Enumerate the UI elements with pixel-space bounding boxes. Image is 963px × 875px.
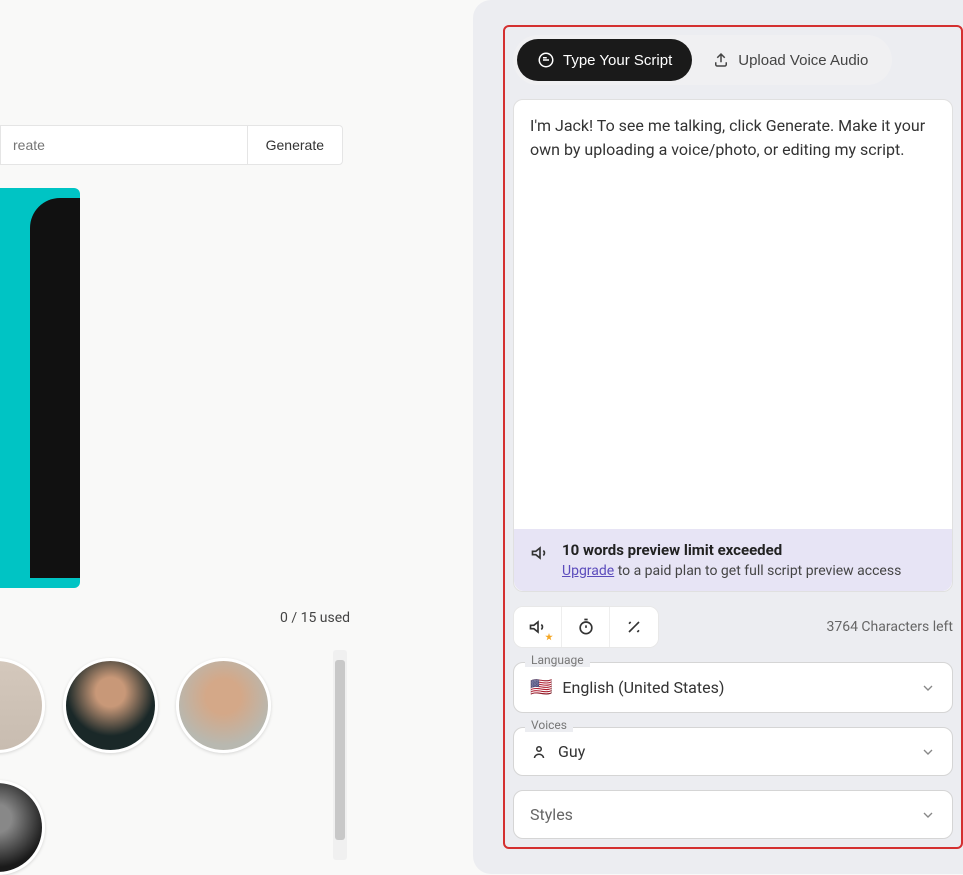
- usage-counter: 0 / 15 used: [280, 610, 350, 626]
- speaker-icon: [530, 543, 550, 563]
- upload-icon: [712, 51, 730, 69]
- upgrade-link[interactable]: Upgrade: [562, 563, 614, 579]
- avatar-thumbnail[interactable]: [0, 780, 45, 875]
- avatar-thumbnail[interactable]: [63, 658, 158, 753]
- language-value: English (United States): [562, 678, 724, 697]
- language-select[interactable]: 🇺🇸 English (United States): [513, 662, 953, 713]
- styles-placeholder: Styles: [530, 805, 573, 824]
- voices-select[interactable]: Guy: [513, 727, 953, 776]
- chevron-down-icon: [920, 744, 936, 760]
- tab-upload-audio[interactable]: Upload Voice Audio: [692, 39, 888, 81]
- warning-title: 10 words preview limit exceeded: [562, 541, 936, 559]
- tab-label: Type Your Script: [563, 52, 672, 69]
- chevron-down-icon: [920, 807, 936, 823]
- chevron-down-icon: [920, 680, 936, 696]
- edit-tool-button[interactable]: [610, 607, 658, 647]
- voices-label: Voices: [525, 718, 573, 732]
- warning-subtitle: Upgrade to a paid plan to get full scrip…: [562, 563, 936, 579]
- language-label: Language: [525, 653, 590, 667]
- preview-audio-button[interactable]: [514, 607, 562, 647]
- chat-icon: [537, 51, 555, 69]
- script-panel: Type Your Script Upload Voice Audio 10 w…: [503, 25, 963, 849]
- tab-type-script[interactable]: Type Your Script: [517, 39, 692, 81]
- script-tools: [513, 606, 659, 648]
- prompt-input[interactable]: [1, 137, 247, 153]
- avatar-preview: [0, 188, 80, 588]
- timer-button[interactable]: [562, 607, 610, 647]
- preview-limit-warning: 10 words preview limit exceeded Upgrade …: [514, 529, 952, 591]
- styles-select[interactable]: Styles: [513, 790, 953, 839]
- avatar-image: [30, 198, 80, 578]
- flag-icon: 🇺🇸: [530, 677, 552, 698]
- tab-label: Upload Voice Audio: [738, 52, 868, 69]
- avatar-thumbnail[interactable]: [176, 658, 271, 753]
- avatar-scrollbar[interactable]: [333, 650, 347, 860]
- characters-remaining: 3764 Characters left: [826, 619, 953, 635]
- person-icon: [530, 743, 548, 761]
- prompt-input-bar: Generate: [0, 125, 343, 165]
- voices-value: Guy: [558, 742, 585, 761]
- script-textarea[interactable]: [514, 100, 952, 529]
- scrollbar-thumb[interactable]: [335, 660, 345, 840]
- avatar-thumbnail[interactable]: [0, 658, 45, 753]
- generate-button[interactable]: Generate: [247, 126, 342, 164]
- script-input-tabs: Type Your Script Upload Voice Audio: [513, 35, 892, 85]
- warning-text: to a paid plan to get full script previe…: [614, 563, 901, 579]
